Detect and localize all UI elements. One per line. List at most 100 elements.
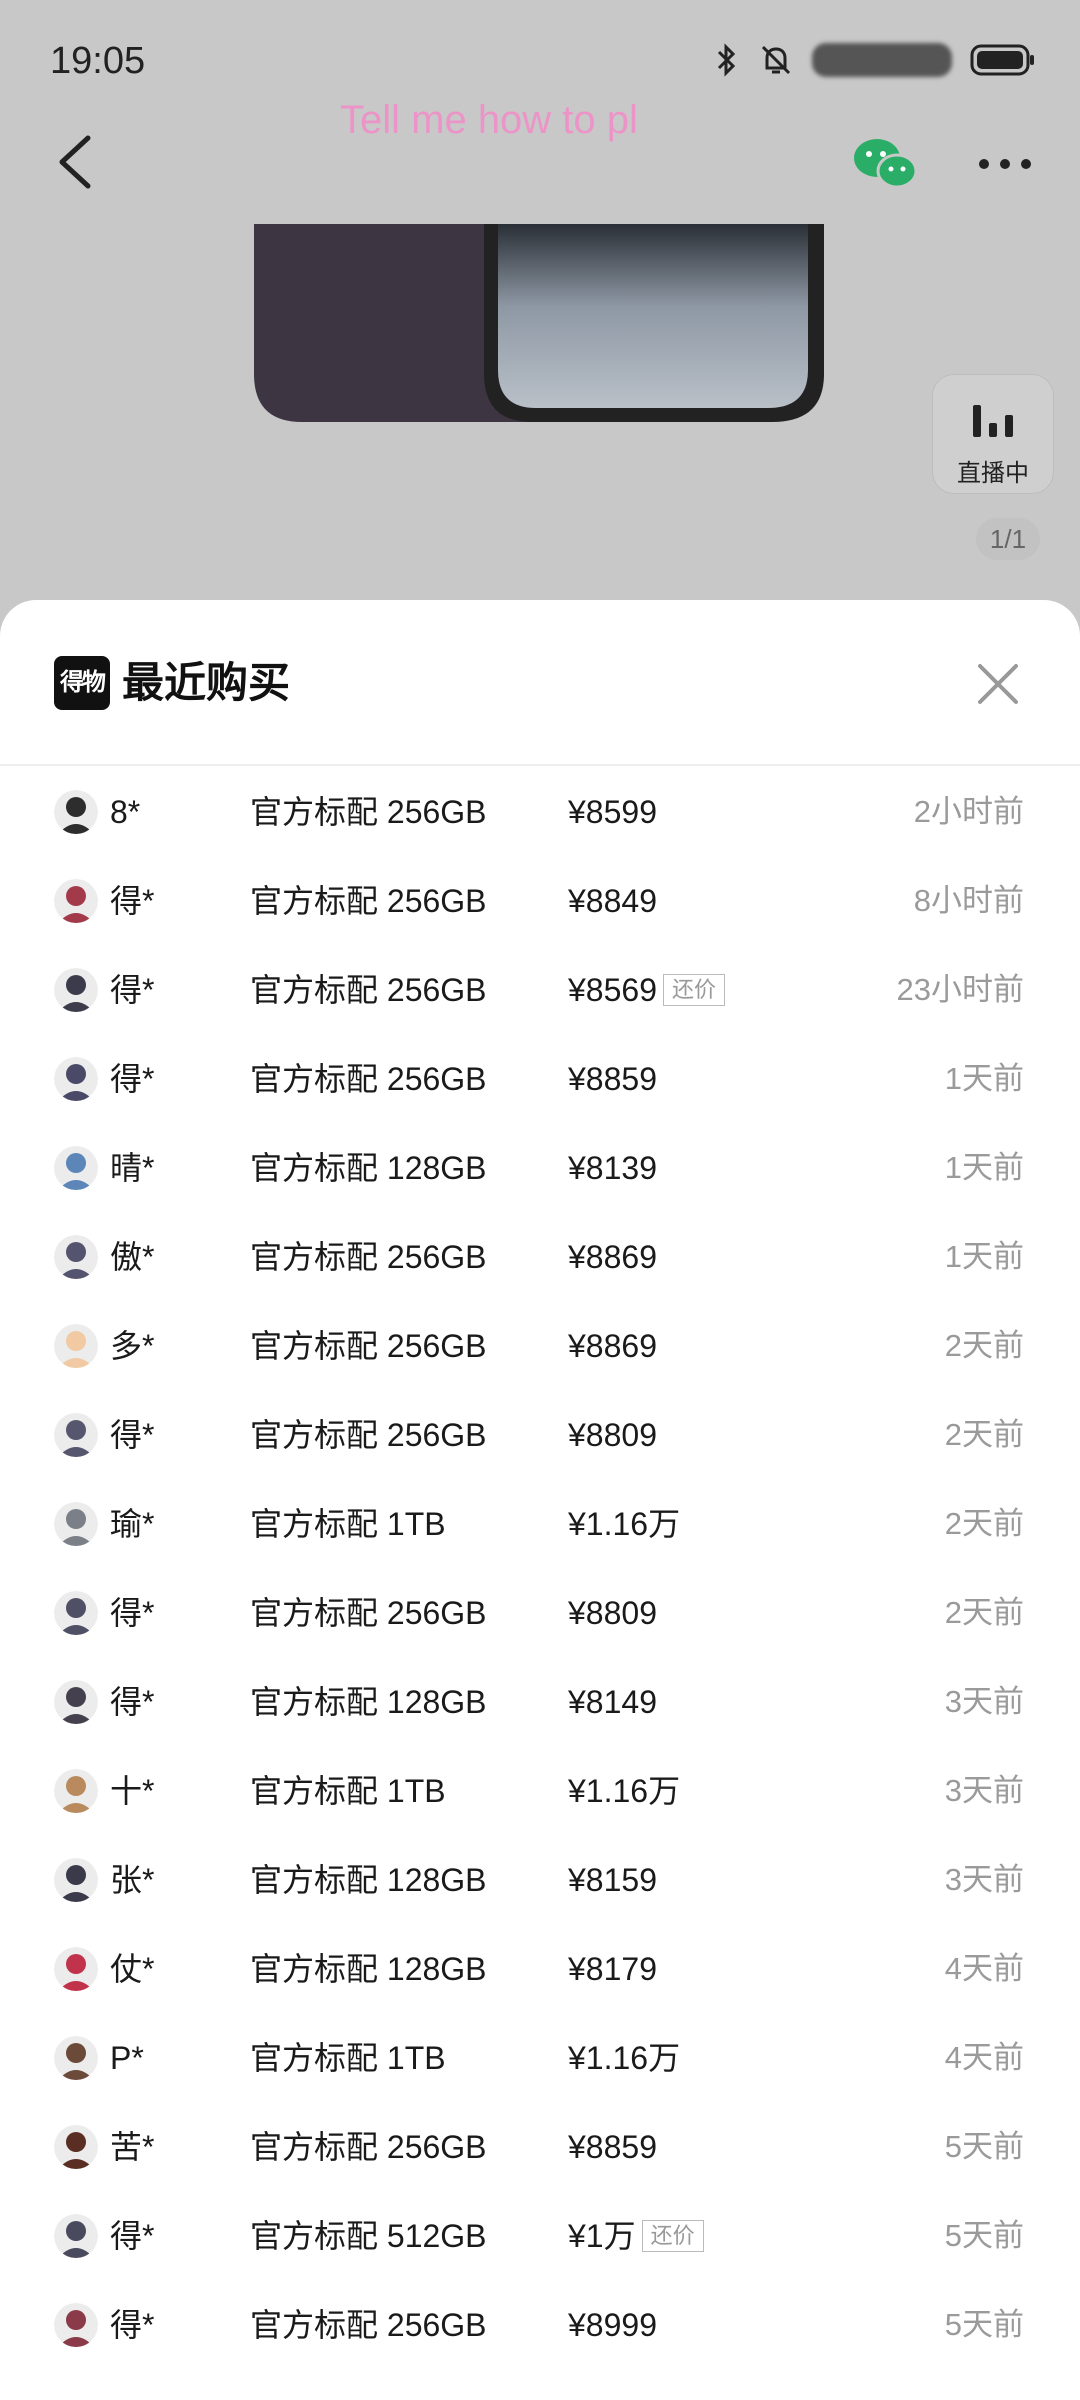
buyer-name: 十* [110, 1773, 155, 1809]
close-icon[interactable] [974, 660, 1022, 708]
price-value: ¥8859 [568, 1061, 657, 1097]
price-value: ¥1万 [568, 2218, 636, 2254]
price-cell: ¥8159 [568, 1858, 657, 1902]
bargain-tag: 还价 [662, 974, 725, 1006]
list-item[interactable]: 8* 官方标配 256GB ¥8599 2小时前 [0, 766, 1080, 855]
price-cell: ¥8809 [568, 1413, 657, 1457]
avatar [54, 879, 98, 923]
avatar [54, 1057, 98, 1101]
purchase-time: 2天前 [944, 1506, 1024, 1541]
purchase-time: 3天前 [944, 1773, 1024, 1808]
status-icons [712, 42, 1036, 78]
product-spec: 官方标配 256GB [250, 1239, 487, 1275]
recent-purchases-sheet: 得物 最近购买 8* 官方标配 256GB ¥8599 2小时前 得* 官方标配 256G… [0, 600, 1080, 2400]
buyer-name: 傲* [110, 1239, 155, 1275]
product-spec: 官方标配 1TB [250, 1773, 446, 1809]
list-item[interactable]: 张* 官方标配 128GB ¥8159 3天前 [0, 1834, 1080, 1923]
dewu-logo: 得物 [54, 656, 110, 710]
price-cell: ¥8139 [568, 1146, 657, 1190]
purchase-time: 1天前 [944, 1150, 1024, 1185]
list-item[interactable]: 多* 官方标配 256GB ¥8869 2天前 [0, 1300, 1080, 1389]
price-cell: ¥8859 [568, 2125, 657, 2169]
list-item[interactable]: 得* 官方标配 256GB ¥8999 5天前 [0, 2279, 1080, 2368]
list-item[interactable]: 瑜* 官方标配 1TB ¥1.16万 2天前 [0, 1478, 1080, 1567]
price-value: ¥1.16万 [568, 1773, 681, 1809]
purchase-time: 4天前 [944, 1951, 1024, 1986]
price-cell: ¥1.16万 [568, 1769, 680, 1813]
price-cell: ¥8599 [568, 790, 657, 834]
purchase-time: 1天前 [944, 1239, 1024, 1274]
list-item[interactable]: 十* 官方标配 1TB ¥1.16万 3天前 [0, 1745, 1080, 1834]
price-value: ¥8599 [568, 794, 657, 830]
list-item[interactable]: P* 官方标配 1TB ¥1.16万 4天前 [0, 2012, 1080, 2101]
list-item[interactable]: 晴* 官方标配 128GB ¥8139 1天前 [0, 1122, 1080, 1211]
redacted-status [812, 43, 952, 77]
wechat-icon[interactable] [852, 136, 918, 192]
purchase-time: 2天前 [944, 1595, 1024, 1630]
avatar [54, 968, 98, 1012]
sheet-header: 得物 最近购买 [0, 600, 1080, 766]
price-value: ¥8149 [568, 1684, 657, 1720]
buyer-name: 瑜* [110, 1506, 155, 1542]
avatar [54, 2036, 98, 2080]
purchase-time: 5天前 [944, 2218, 1024, 2253]
product-spec: 官方标配 256GB [250, 794, 487, 830]
purchase-time: 2小时前 [913, 794, 1024, 829]
list-item[interactable]: 得* 官方标配 256GB ¥8809 2天前 [0, 1389, 1080, 1478]
buyer-name: 苦* [110, 2129, 155, 2165]
avatar [54, 2214, 98, 2258]
price-value: ¥8859 [568, 2129, 657, 2165]
purchase-time: 5天前 [944, 2307, 1024, 2342]
product-spec: 官方标配 128GB [250, 1150, 487, 1186]
price-cell: ¥8569 还价 [568, 968, 725, 1012]
purchase-list[interactable]: 8* 官方标配 256GB ¥8599 2小时前得* 官方标配 256GB ¥8849 8小… [0, 766, 1080, 2368]
avatar [54, 1858, 98, 1902]
buyer-name: 得* [110, 883, 155, 919]
avatar [54, 1591, 98, 1635]
product-page-backdrop: 19:05 Tell me how to pl 直播中 1/1 [0, 0, 1080, 640]
buyer-name: 张* [110, 1862, 155, 1898]
live-label: 直播中 [957, 460, 1029, 487]
product-spec: 官方标配 512GB [250, 2218, 487, 2254]
list-item[interactable]: 得* 官方标配 128GB ¥8149 3天前 [0, 1656, 1080, 1745]
price-value: ¥8849 [568, 883, 657, 919]
price-value: ¥8159 [568, 1862, 657, 1898]
avatar [54, 790, 98, 834]
price-value: ¥8809 [568, 1417, 657, 1453]
product-spec: 官方标配 128GB [250, 1684, 487, 1720]
price-value: ¥8999 [568, 2307, 657, 2343]
product-spec: 官方标配 256GB [250, 2307, 487, 2343]
price-cell: ¥1.16万 [568, 2036, 680, 2080]
price-cell: ¥8809 [568, 1591, 657, 1635]
buyer-name: 8* [110, 794, 141, 830]
list-item[interactable]: 得* 官方标配 256GB ¥8809 2天前 [0, 1567, 1080, 1656]
avatar [54, 1680, 98, 1724]
product-image[interactable] [252, 224, 826, 424]
avatar [54, 1769, 98, 1813]
purchase-time: 23小时前 [896, 972, 1024, 1007]
list-item[interactable]: 得* 官方标配 256GB ¥8569 还价 23小时前 [0, 944, 1080, 1033]
price-cell: ¥8859 [568, 1057, 657, 1101]
price-cell: ¥8149 [568, 1680, 657, 1724]
avatar [54, 2303, 98, 2347]
product-spec: 官方标配 256GB [250, 972, 487, 1008]
purchase-time: 3天前 [944, 1684, 1024, 1719]
back-icon[interactable] [52, 132, 102, 192]
purchase-time: 2天前 [944, 1328, 1024, 1363]
buyer-name: 得* [110, 1595, 155, 1631]
purchase-time: 8小时前 [913, 883, 1024, 918]
product-spec: 官方标配 256GB [250, 883, 487, 919]
battery-icon [970, 44, 1034, 76]
list-item[interactable]: 得* 官方标配 256GB ¥8859 1天前 [0, 1033, 1080, 1122]
list-item[interactable]: 得* 官方标配 512GB ¥1万 还价 5天前 [0, 2190, 1080, 2279]
list-item[interactable]: 苦* 官方标配 256GB ¥8859 5天前 [0, 2101, 1080, 2190]
product-spec: 官方标配 1TB [250, 1506, 446, 1542]
list-item[interactable]: 得* 官方标配 256GB ¥8849 8小时前 [0, 855, 1080, 944]
list-item[interactable]: 仗* 官方标配 128GB ¥8179 4天前 [0, 1923, 1080, 2012]
live-bars-icon [973, 405, 1013, 437]
more-dots-icon[interactable] [976, 156, 1034, 172]
product-spec: 官方标配 256GB [250, 2129, 487, 2165]
list-item[interactable]: 傲* 官方标配 256GB ¥8869 1天前 [0, 1211, 1080, 1300]
live-button[interactable]: 直播中 [932, 374, 1054, 494]
purchase-time: 5天前 [944, 2129, 1024, 2164]
